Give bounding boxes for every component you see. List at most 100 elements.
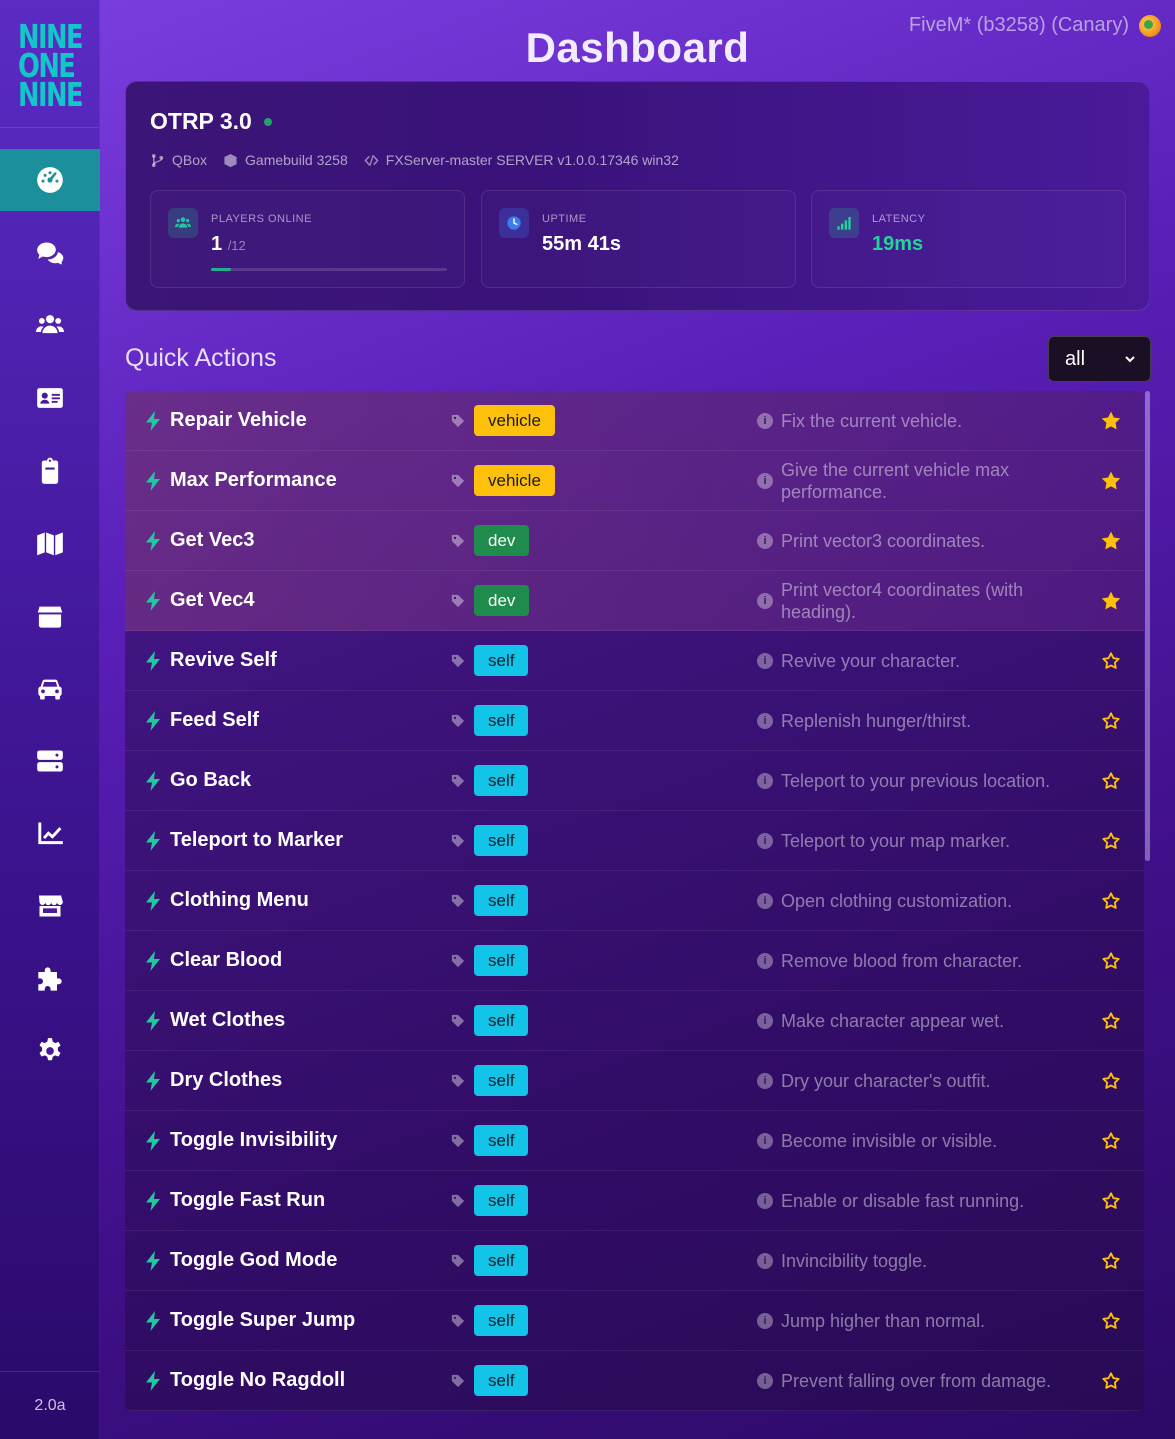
action-name: Get Vec4 bbox=[170, 589, 255, 611]
quick-action-row[interactable]: Toggle Invisibility self i Become invisible… bbox=[125, 1111, 1144, 1171]
star-outline-icon[interactable] bbox=[1100, 1130, 1122, 1152]
star-filled-icon[interactable] bbox=[1100, 590, 1122, 612]
tag-badge: self bbox=[474, 1305, 529, 1336]
quick-action-row[interactable]: Feed Self self i Replenish hunger/thirst. bbox=[125, 691, 1144, 751]
tag-icon bbox=[451, 714, 465, 728]
stat-latency: LATENCY 19ms bbox=[811, 190, 1126, 288]
sidebar-item-identity[interactable] bbox=[0, 367, 100, 429]
sidebar-item-shop[interactable] bbox=[0, 875, 100, 937]
star-outline-icon[interactable] bbox=[1100, 1070, 1122, 1092]
sidebar-item-vehicles[interactable] bbox=[0, 658, 100, 720]
players-max: /12 bbox=[227, 238, 246, 253]
sidebar-item-stats[interactable] bbox=[0, 802, 100, 864]
server-version-info: FXServer-master SERVER v1.0.0.17346 win3… bbox=[364, 152, 679, 168]
quick-action-row[interactable]: Repair Vehicle vehicle i Fix the current ve… bbox=[125, 391, 1144, 451]
list-scrollbar[interactable] bbox=[1144, 391, 1150, 1411]
quick-action-row[interactable]: Get Vec3 dev i Print vector3 coordinates. bbox=[125, 511, 1144, 571]
action-name: Toggle God Mode bbox=[170, 1249, 338, 1271]
sidebar-item-inventory[interactable] bbox=[0, 585, 100, 647]
tag-icon bbox=[451, 654, 465, 668]
star-outline-icon[interactable] bbox=[1100, 770, 1122, 792]
quick-action-row[interactable]: Toggle God Mode self i Invincibility toggle… bbox=[125, 1231, 1144, 1291]
info-icon: i bbox=[757, 1192, 773, 1209]
quick-action-row[interactable]: Toggle No Ragdoll self i Prevent falling ov… bbox=[125, 1351, 1144, 1411]
quick-action-row[interactable]: Max Performance vehicle i Give the current … bbox=[125, 451, 1144, 511]
action-description: Print vector3 coordinates. bbox=[781, 530, 986, 551]
sidebar-item-map[interactable] bbox=[0, 512, 100, 574]
gear-icon bbox=[39, 1038, 61, 1061]
quick-action-row[interactable]: Clear Blood self i Remove blood from charac… bbox=[125, 931, 1144, 991]
quick-action-row[interactable]: Toggle Super Jump self i Jump higher than n… bbox=[125, 1291, 1144, 1351]
sidebar-item-settings[interactable] bbox=[0, 1020, 100, 1082]
star-outline-icon[interactable] bbox=[1100, 1250, 1122, 1272]
quick-action-row[interactable]: Revive Self self i Revive your character. bbox=[125, 631, 1144, 691]
action-name: Revive Self bbox=[170, 649, 277, 671]
players-progress bbox=[211, 268, 447, 271]
action-name: Get Vec3 bbox=[170, 529, 255, 551]
tag-filter-select[interactable]: all bbox=[1048, 336, 1151, 382]
sidebar-item-reports[interactable] bbox=[0, 440, 100, 502]
action-description: Dry your character's outfit. bbox=[781, 1070, 991, 1091]
tag-badge: self bbox=[474, 1245, 529, 1276]
star-filled-icon[interactable] bbox=[1100, 470, 1122, 492]
tag-icon bbox=[451, 534, 465, 548]
chevron-down-icon bbox=[1125, 356, 1135, 363]
puzzle-icon bbox=[38, 967, 62, 991]
star-outline-icon[interactable] bbox=[1100, 890, 1122, 912]
tag-icon bbox=[451, 1194, 465, 1208]
star-filled-icon[interactable] bbox=[1100, 410, 1122, 432]
tag-icon bbox=[451, 1254, 465, 1268]
sidebar-item-resources[interactable] bbox=[0, 948, 100, 1010]
git-branch-icon bbox=[151, 153, 164, 167]
scroll-thumb[interactable] bbox=[1145, 391, 1150, 861]
info-icon: i bbox=[757, 412, 773, 429]
tag-icon bbox=[451, 1014, 465, 1028]
tag-icon bbox=[451, 1374, 465, 1388]
tag-icon bbox=[451, 1074, 465, 1088]
latency-value: 19ms bbox=[872, 233, 924, 255]
action-name: Dry Clothes bbox=[170, 1069, 283, 1091]
star-outline-icon[interactable] bbox=[1100, 1370, 1122, 1392]
info-icon: i bbox=[757, 832, 773, 849]
star-outline-icon[interactable] bbox=[1100, 950, 1122, 972]
sidebar-item-server[interactable] bbox=[0, 730, 100, 792]
quick-action-row[interactable]: Dry Clothes self i Dry your character's out… bbox=[125, 1051, 1144, 1111]
sidebar-item-dashboard[interactable] bbox=[0, 149, 100, 211]
star-outline-icon[interactable] bbox=[1100, 650, 1122, 672]
info-icon: i bbox=[757, 1372, 773, 1389]
star-outline-icon[interactable] bbox=[1100, 1310, 1122, 1332]
quick-action-row[interactable]: Wet Clothes self i Make character appear we… bbox=[125, 991, 1144, 1051]
action-description: Replenish hunger/thirst. bbox=[781, 710, 972, 731]
quick-action-row[interactable]: Clothing Menu self i Open clothing customiz… bbox=[125, 871, 1144, 931]
tag-icon bbox=[451, 834, 465, 848]
server-card: OTRP 3.0 QBox Gamebuild 3258 FXServer-ma… bbox=[125, 81, 1150, 311]
tag-icon bbox=[451, 1134, 465, 1148]
sidebar-item-chat[interactable] bbox=[0, 222, 100, 284]
star-filled-icon[interactable] bbox=[1100, 530, 1122, 552]
bolt-icon bbox=[145, 950, 161, 971]
quick-action-row[interactable]: Toggle Fast Run self i Enable or disable fa… bbox=[125, 1171, 1144, 1231]
quick-action-row[interactable]: Get Vec4 dev i Print vector4 coordinates (w… bbox=[125, 571, 1144, 631]
server-icon bbox=[37, 750, 63, 772]
quick-action-row[interactable]: Teleport to Marker self i Teleport to your … bbox=[125, 811, 1144, 871]
tag-icon bbox=[451, 894, 465, 908]
tag-icon bbox=[451, 594, 465, 608]
info-icon: i bbox=[757, 952, 773, 969]
clipboard-icon bbox=[41, 457, 59, 484]
star-outline-icon[interactable] bbox=[1100, 1010, 1122, 1032]
action-description: Give the current vehicle max performance… bbox=[781, 459, 1010, 502]
info-icon: i bbox=[757, 892, 773, 909]
sidebar-item-players[interactable] bbox=[0, 294, 100, 356]
star-outline-icon[interactable] bbox=[1100, 710, 1122, 732]
info-icon: i bbox=[757, 652, 773, 669]
star-outline-icon[interactable] bbox=[1100, 1190, 1122, 1212]
action-name: Toggle No Ragdoll bbox=[170, 1369, 346, 1391]
tag-badge: self bbox=[474, 765, 529, 796]
star-outline-icon[interactable] bbox=[1100, 830, 1122, 852]
tag-badge: self bbox=[474, 1125, 529, 1156]
quick-action-row[interactable]: Go Back self i Teleport to your previous lo… bbox=[125, 751, 1144, 811]
latency-label: LATENCY bbox=[872, 213, 926, 225]
bolt-icon bbox=[145, 590, 161, 611]
tag-badge: self bbox=[474, 945, 529, 976]
bolt-icon bbox=[145, 830, 161, 851]
